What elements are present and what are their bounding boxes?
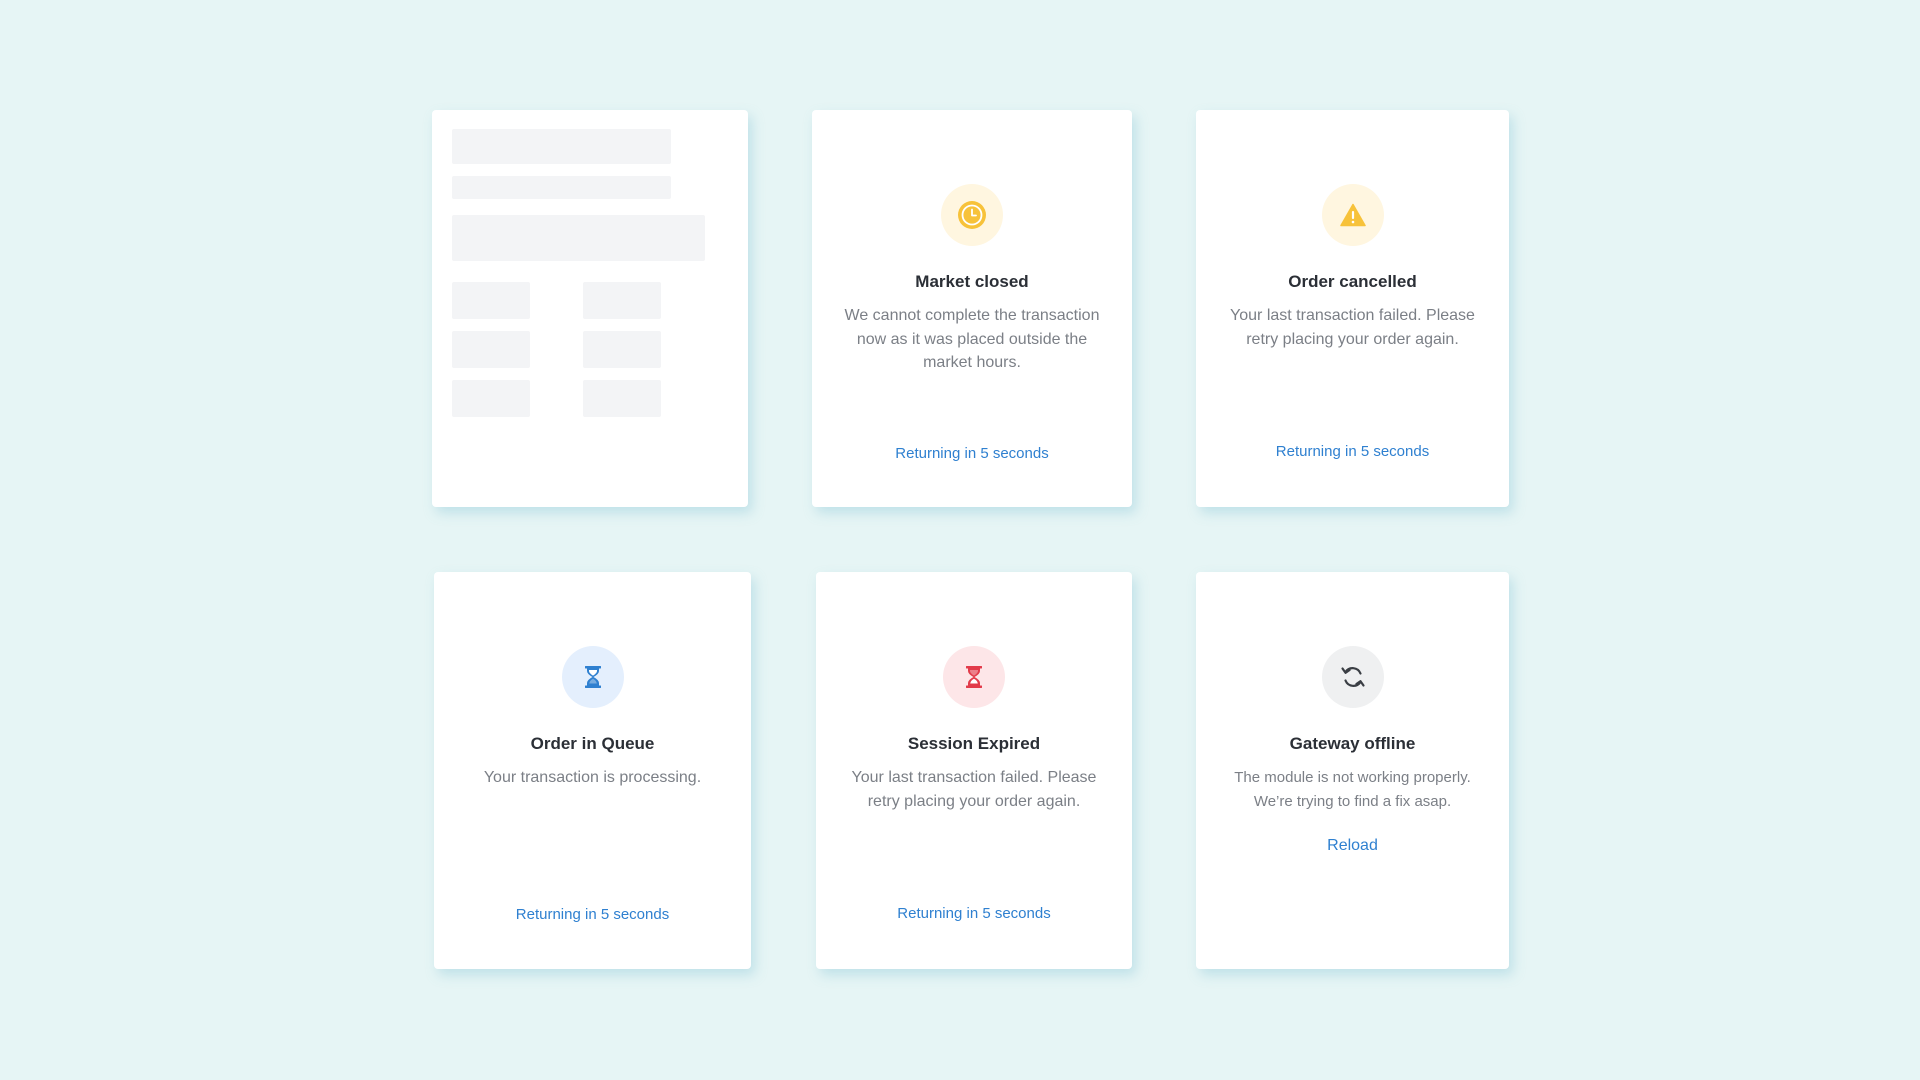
returning-countdown-link[interactable]: Returning in 5 seconds xyxy=(1196,443,1509,460)
order-cancelled-card: Order cancelled Your last transaction fa… xyxy=(1196,110,1509,507)
skeleton-cell xyxy=(583,331,661,368)
card-description: Your last transaction failed. Please ret… xyxy=(1230,307,1475,348)
card-title: Gateway offline xyxy=(1289,734,1416,753)
card-description: The module is not working properly. We’r… xyxy=(1234,769,1471,810)
order-in-queue-card: Order in Queue Your transaction is proce… xyxy=(434,572,751,969)
skeleton-cell xyxy=(583,282,661,319)
session-expired-card: Session Expired Your last transaction fa… xyxy=(816,572,1132,969)
skeleton-cell xyxy=(452,380,530,417)
hourglass-icon xyxy=(943,646,1005,708)
skeleton-cell xyxy=(583,380,661,417)
gateway-offline-card: Gateway offline The module is not workin… xyxy=(1196,572,1509,969)
card-title: Market closed xyxy=(915,272,1029,291)
skeleton-cell xyxy=(452,331,530,368)
skeleton-card xyxy=(432,110,748,507)
card-title: Order in Queue xyxy=(530,734,655,753)
card-description: Your transaction is processing. xyxy=(483,769,702,786)
returning-countdown-link[interactable]: Returning in 5 seconds xyxy=(434,906,751,923)
refresh-icon xyxy=(1321,646,1384,708)
card-description: We cannot complete the transaction now a… xyxy=(844,307,1100,371)
card-title: Session Expired xyxy=(907,734,1041,753)
market-closed-card: Market closed We cannot complete the tra… xyxy=(812,110,1132,507)
returning-countdown-link[interactable]: Returning in 5 seconds xyxy=(812,445,1132,462)
returning-countdown-link[interactable]: Returning in 5 seconds xyxy=(816,905,1132,922)
hourglass-icon xyxy=(561,646,624,708)
skeleton-block xyxy=(452,215,705,261)
skeleton-cell xyxy=(452,282,530,319)
skeleton-line xyxy=(452,176,671,199)
warning-icon xyxy=(1321,184,1384,246)
card-title: Order cancelled xyxy=(1288,272,1417,291)
skeleton-line xyxy=(452,129,671,164)
card-description: Your last transaction failed. Please ret… xyxy=(851,769,1097,810)
reload-link[interactable]: Reload xyxy=(1196,837,1509,855)
clock-icon xyxy=(941,184,1003,246)
